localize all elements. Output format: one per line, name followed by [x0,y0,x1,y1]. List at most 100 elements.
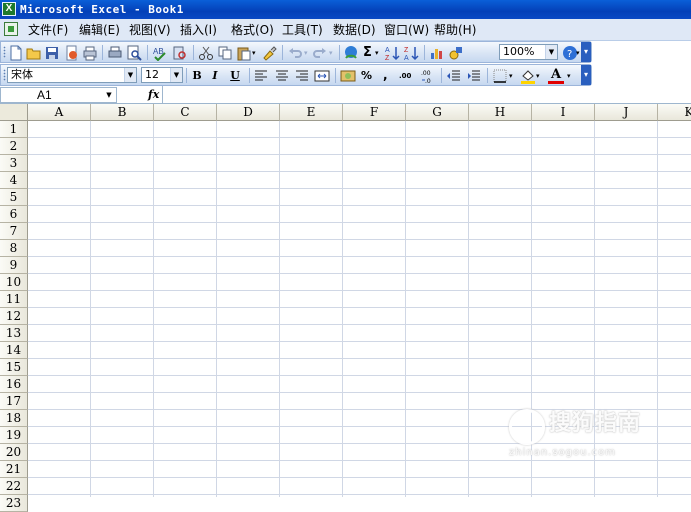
row-header-15[interactable]: 15 [0,359,28,376]
select-all-button[interactable] [0,104,28,121]
font-color-dropdown-chevron-down-icon[interactable]: ▾ [567,68,573,84]
column-header-d[interactable]: D [217,104,280,121]
toolbar-options-chevron-icon[interactable]: ▾ [581,65,591,85]
comma-style-button[interactable]: , [383,68,391,84]
font-size-select[interactable]: 12 ▼ [141,67,183,83]
save-icon[interactable] [44,45,60,61]
borders-icon[interactable] [492,68,508,84]
print-area-icon[interactable] [82,45,98,61]
spelling-icon[interactable]: AB [152,45,168,61]
percent-style-button[interactable]: % [361,68,373,84]
formula-input[interactable] [166,87,686,103]
row-header-19[interactable]: 19 [0,427,28,444]
menu-window[interactable]: 窗口(W) [384,23,429,37]
menu-format[interactable]: 格式(O) [231,23,274,37]
hyperlink-icon[interactable] [343,45,359,61]
row-header-22[interactable]: 22 [0,478,28,495]
row-header-2[interactable]: 2 [0,138,28,155]
zoom-chevron-down-icon[interactable]: ▼ [545,45,557,59]
column-header-b[interactable]: B [91,104,154,121]
row-header-23[interactable]: 23 [0,495,28,512]
bold-button[interactable]: B [189,68,205,84]
autosum-icon[interactable]: Σ [363,45,375,61]
row-header-20[interactable]: 20 [0,444,28,461]
fill-color-icon[interactable] [520,68,536,84]
currency-icon[interactable] [340,68,356,84]
row-header-1[interactable]: 1 [0,121,28,138]
research-icon[interactable] [172,45,188,61]
toolbar-grip[interactable] [3,46,6,58]
column-header-c[interactable]: C [154,104,217,121]
menu-data[interactable]: 数据(D) [333,23,376,37]
font-color-button[interactable]: A [548,68,564,84]
decrease-decimal-icon[interactable]: .00.0 [421,68,437,84]
insert-function-icon[interactable]: fx [148,87,159,103]
undo-icon[interactable] [287,45,303,61]
row-header-5[interactable]: 5 [0,189,28,206]
row-header-16[interactable]: 16 [0,376,28,393]
column-header-h[interactable]: H [469,104,532,121]
menu-help[interactable]: 帮助(H) [434,23,476,37]
font-size-chevron-down-icon[interactable]: ▼ [170,68,182,82]
redo-dropdown-chevron-down-icon[interactable]: ▾ [329,45,335,61]
borders-dropdown-chevron-down-icon[interactable]: ▾ [509,68,515,84]
italic-button[interactable]: I [207,68,223,84]
name-box-chevron-down-icon[interactable]: ▼ [102,88,116,102]
column-header-a[interactable]: A [28,104,91,121]
align-right-icon[interactable] [294,68,310,84]
row-header-14[interactable]: 14 [0,342,28,359]
underline-button[interactable]: U [227,68,243,84]
row-header-9[interactable]: 9 [0,257,28,274]
row-header-11[interactable]: 11 [0,291,28,308]
increase-indent-icon[interactable] [466,68,482,84]
row-header-4[interactable]: 4 [0,172,28,189]
column-header-k[interactable]: K [658,104,691,121]
workbook-icon[interactable] [4,22,18,36]
print-preview-icon[interactable] [126,45,142,61]
row-header-12[interactable]: 12 [0,308,28,325]
column-header-e[interactable]: E [280,104,343,121]
row-header-17[interactable]: 17 [0,393,28,410]
sort-descending-icon[interactable]: ZA [404,45,420,61]
row-header-8[interactable]: 8 [0,240,28,257]
permission-icon[interactable] [64,45,80,61]
menu-file[interactable]: 文件(F) [28,23,68,37]
paste-dropdown-chevron-down-icon[interactable]: ▾ [252,45,258,61]
sort-ascending-icon[interactable]: AZ [385,45,401,61]
chart-wizard-icon[interactable] [429,45,445,61]
row-header-3[interactable]: 3 [0,155,28,172]
row-header-6[interactable]: 6 [0,206,28,223]
drawing-icon[interactable] [448,45,464,61]
fill-color-dropdown-chevron-down-icon[interactable]: ▾ [536,68,542,84]
column-header-i[interactable]: I [532,104,595,121]
align-center-icon[interactable] [274,68,290,84]
print-icon[interactable] [107,45,123,61]
format-painter-icon[interactable] [261,45,277,61]
redo-icon[interactable] [312,45,328,61]
paste-icon[interactable] [236,45,252,61]
merge-center-icon[interactable] [314,68,330,84]
row-header-18[interactable]: 18 [0,410,28,427]
menu-view[interactable]: 视图(V) [129,23,171,37]
cut-icon[interactable] [198,45,214,61]
row-header-13[interactable]: 13 [0,325,28,342]
undo-dropdown-chevron-down-icon[interactable]: ▾ [304,45,310,61]
menu-insert[interactable]: 插入(I) [180,23,217,37]
decrease-indent-icon[interactable] [446,68,462,84]
menu-edit[interactable]: 编辑(E) [79,23,120,37]
column-header-j[interactable]: J [595,104,658,121]
copy-icon[interactable] [217,45,233,61]
row-header-21[interactable]: 21 [0,461,28,478]
column-header-g[interactable]: G [406,104,469,121]
row-header-10[interactable]: 10 [0,274,28,291]
toolbar-grip[interactable] [3,69,6,81]
excel-app-icon[interactable]: X [2,2,16,16]
toolbar-options-chevron-icon[interactable]: ▾ [581,42,591,62]
name-box[interactable]: A1 ▼ [0,87,117,103]
column-header-f[interactable]: F [343,104,406,121]
zoom-select[interactable]: 100% ▼ [499,44,558,60]
autosum-dropdown-chevron-down-icon[interactable]: ▾ [375,45,381,61]
font-name-chevron-down-icon[interactable]: ▼ [124,68,136,82]
increase-decimal-button[interactable]: .00 [399,68,417,84]
row-header-7[interactable]: 7 [0,223,28,240]
